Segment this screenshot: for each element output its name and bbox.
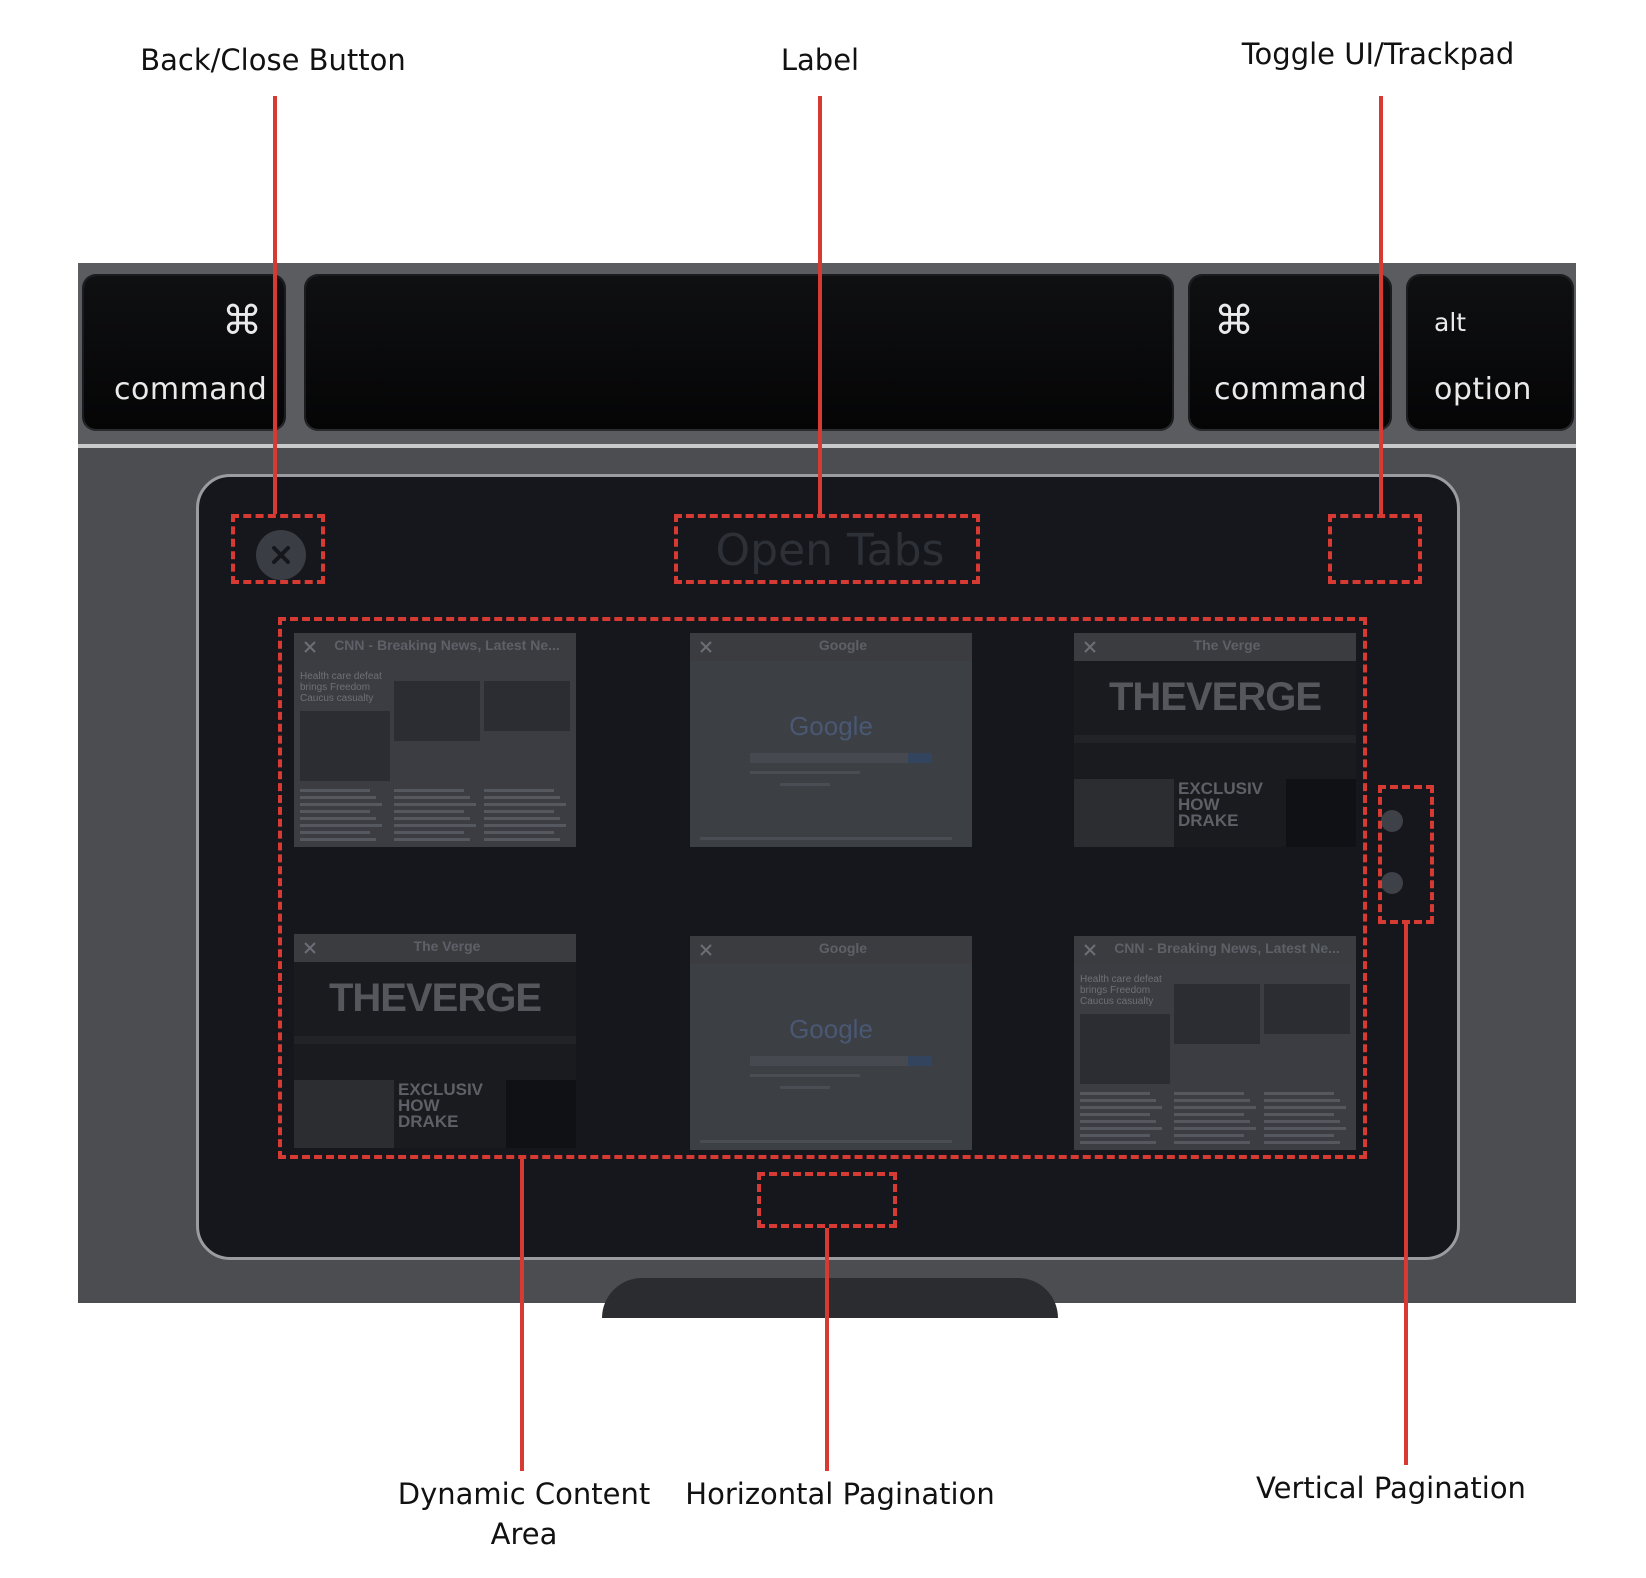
- close-highlight-box: [231, 514, 325, 584]
- space-bar[interactable]: [306, 276, 1172, 429]
- callout-dynamic-line2: Area: [490, 1517, 558, 1551]
- leader-dynamic-content: [520, 1159, 524, 1471]
- leader-horizontal: [825, 1228, 829, 1471]
- left-command-label: command: [114, 372, 268, 407]
- vertical-pagination-highlight-box: [1378, 785, 1434, 924]
- callout-horizontal: Horizontal Pagination: [685, 1477, 995, 1511]
- content-highlight-box: [278, 617, 1367, 1159]
- right-command-key[interactable]: ⌘ command: [1190, 276, 1390, 429]
- callout-toggle: Toggle UI/Trackpad: [1241, 37, 1515, 71]
- option-key[interactable]: alt option: [1408, 276, 1572, 429]
- left-command-key[interactable]: ⌘ command: [84, 276, 284, 429]
- keyboard-row: ⌘ command ⌘ command alt option: [78, 263, 1576, 448]
- trackpad-foot: [602, 1278, 1058, 1318]
- callout-label: Label: [780, 43, 860, 77]
- leader-toggle: [1379, 96, 1383, 514]
- callout-dynamic-line1: Dynamic Content: [397, 1477, 651, 1511]
- command-glyph-icon: ⌘: [222, 298, 262, 344]
- toggle-highlight-box: [1328, 514, 1422, 584]
- diagram: ⌘ command ⌘ command alt option Open Tabs…: [0, 0, 1646, 1578]
- leader-back-close: [273, 96, 277, 514]
- leader-vertical: [1404, 924, 1408, 1465]
- right-command-label: command: [1214, 372, 1368, 407]
- label-highlight-box: [674, 514, 980, 584]
- command-glyph-icon: ⌘: [1214, 298, 1254, 344]
- callout-vertical: Vertical Pagination: [1256, 1471, 1526, 1505]
- horizontal-pagination-highlight-box: [757, 1172, 897, 1228]
- option-label: option: [1434, 372, 1532, 407]
- callout-back-close: Back/Close Button: [140, 43, 406, 77]
- leader-label: [818, 96, 822, 514]
- callout-dynamic-content: Dynamic Content Area: [398, 1474, 650, 1554]
- alt-label: alt: [1434, 308, 1467, 337]
